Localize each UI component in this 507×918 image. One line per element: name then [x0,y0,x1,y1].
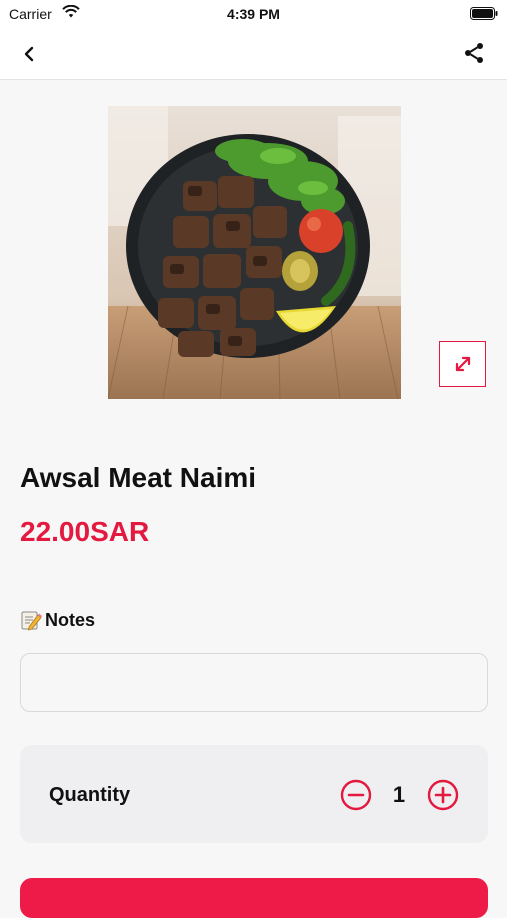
add-to-cart-button[interactable] [20,878,488,918]
product-title: Awsal Meat Naimi [20,462,257,493]
product-photo [108,106,401,399]
increase-quantity-button[interactable] [427,779,459,811]
product-price: 22.00SAR [20,516,150,547]
share-button[interactable] [459,38,489,68]
notes-label: Notes [45,609,96,630]
status-bar: Carrier 4:39 PM [0,0,507,28]
chevron-left-icon [24,46,34,62]
memo-icon [21,611,42,631]
navigation-bar [0,28,507,80]
share-icon [465,43,483,63]
product-image[interactable] [108,106,401,399]
expand-icon [455,356,470,372]
battery-icon [470,7,498,20]
quantity-card: Quantity 1 [20,745,488,843]
notes-input[interactable] [20,653,488,712]
quantity-value: 1 [392,782,406,807]
notes-heading: Notes [20,609,95,631]
decrease-quantity-button[interactable] [340,779,372,811]
back-button[interactable] [14,40,44,68]
expand-image-button[interactable] [439,341,486,387]
clock: 4:39 PM [227,6,280,22]
quantity-label: Quantity [49,784,131,806]
